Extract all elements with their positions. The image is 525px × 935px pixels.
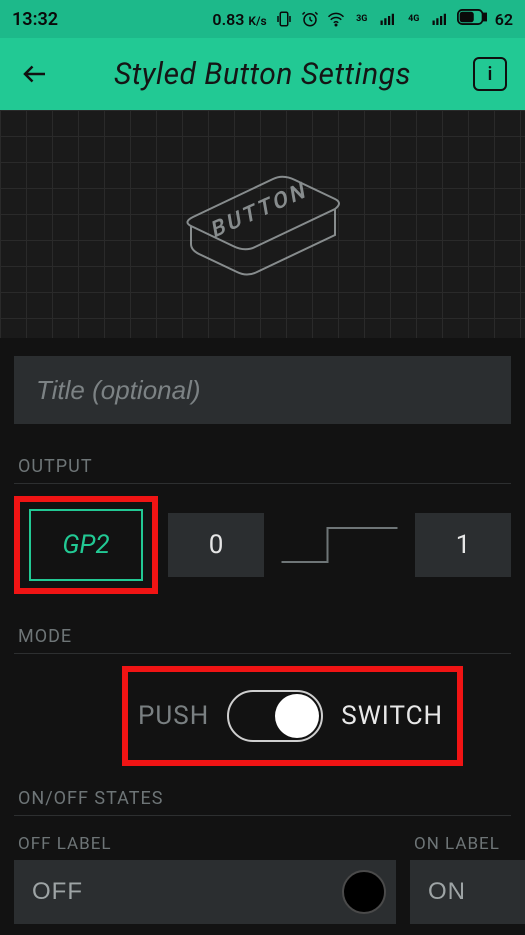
output-row: GP2 0 1 [14, 496, 511, 594]
status-right: 0.83 K/s 3G 4G 62 [212, 9, 513, 29]
widget-preview: BUTTON [0, 110, 525, 338]
on-label-title: ON LABEL [414, 834, 525, 854]
pin-selector[interactable]: GP2 [29, 509, 143, 581]
statusbar: 13:32 0.83 K/s 3G 4G 62 [0, 0, 525, 38]
on-label-input[interactable] [428, 878, 525, 906]
alarm-icon [301, 10, 319, 28]
info-button[interactable]: i [473, 57, 507, 91]
output-high-field[interactable]: 1 [415, 513, 511, 577]
on-label-column: ON LABEL [410, 828, 525, 924]
mode-switch-label: SWITCH [341, 701, 443, 731]
off-label-column: OFF LABEL [14, 828, 396, 924]
vibrate-icon [275, 10, 293, 28]
page-title: Styled Button Settings [68, 57, 457, 92]
back-button[interactable] [18, 57, 52, 91]
title-input[interactable] [14, 356, 511, 424]
output-curve-icon [270, 513, 409, 577]
signal-2-icon [431, 10, 449, 28]
wifi-icon [327, 10, 345, 28]
divider [14, 653, 511, 654]
mode-row: PUSH SWITCH [14, 666, 511, 766]
status-time: 13:32 [12, 9, 212, 30]
arrow-left-icon [20, 59, 50, 89]
info-icon: i [488, 64, 493, 85]
mode-push-label: PUSH [138, 701, 209, 731]
states-section-label: ON/OFF STATES [14, 788, 511, 809]
states-row: OFF LABEL ON LABEL [14, 828, 511, 924]
signal-4g-icon: 4G [405, 10, 423, 28]
off-label-input[interactable] [32, 878, 342, 906]
battery-icon [457, 9, 487, 29]
on-label-field[interactable] [410, 860, 525, 924]
mode-highlight: PUSH SWITCH [122, 666, 463, 766]
appbar: Styled Button Settings i [0, 38, 525, 110]
off-label-field[interactable] [14, 860, 396, 924]
off-label-title: OFF LABEL [18, 834, 392, 854]
output-low-field[interactable]: 0 [168, 513, 264, 577]
status-netspeed: 0.83 K/s [212, 10, 266, 29]
signal-icon [379, 10, 397, 28]
divider [14, 483, 511, 484]
toggle-knob [275, 694, 319, 738]
button-preview-icon: BUTTON [153, 149, 373, 299]
mode-section-label: MODE [14, 626, 511, 647]
signal-3g-icon: 3G [353, 10, 371, 28]
divider [14, 815, 511, 816]
output-section-label: OUTPUT [14, 456, 511, 477]
battery-percent: 62 [495, 10, 513, 29]
mode-toggle[interactable] [227, 690, 323, 742]
pin-highlight: GP2 [14, 496, 158, 594]
off-text-color-swatch[interactable] [342, 870, 386, 914]
